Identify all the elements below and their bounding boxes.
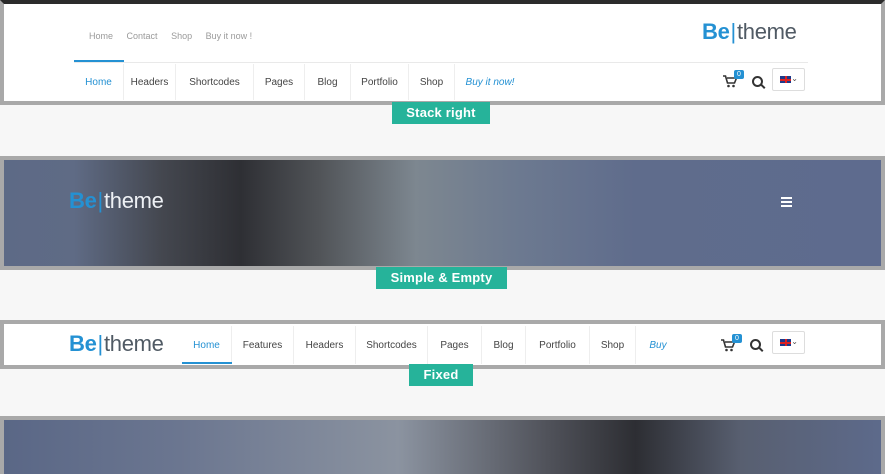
logo[interactable]: Be|theme [702,19,797,45]
nav-blog[interactable]: Blog [482,326,526,364]
search-icon[interactable] [750,339,761,350]
nav-shop[interactable]: Shop [590,326,636,364]
header-preview-simple-empty: Be|theme [0,156,885,270]
header-preview-partial [0,416,885,474]
nav-portfolio[interactable]: Portfolio [526,326,590,364]
uk-flag-icon [780,76,791,83]
nav-buy[interactable]: Buy [636,326,680,364]
logo[interactable]: Be|theme [69,331,164,357]
nav-shop[interactable]: Shop [409,64,455,100]
top-link-buy[interactable]: Buy it now ! [206,31,253,41]
top-link-home[interactable]: Home [89,31,113,41]
top-link-contact[interactable]: Contact [127,31,158,41]
cart-count-badge: 0 [732,334,742,343]
hamburger-icon[interactable] [781,197,792,207]
top-links: Home Contact Shop Buy it now ! [89,31,263,41]
cart-count-badge: 0 [734,70,744,79]
preview-label-simple-empty: Simple & Empty [376,267,507,289]
nav-shortcodes[interactable]: Shortcodes [356,326,428,364]
chevron-down-icon: ⌄ [791,337,798,346]
main-nav: Home Features Headers Shortcodes Pages B… [182,326,680,364]
preview-label-fixed: Fixed [409,364,473,386]
nav-buy-it-now[interactable]: Buy it now! [455,64,525,100]
menu-divider [74,62,808,63]
nav-pages[interactable]: Pages [254,64,305,100]
header-preview-stack-right: Home Contact Shop Buy it now ! Be|theme … [0,0,885,105]
language-selector[interactable]: ⌄ [772,331,805,354]
search-icon[interactable] [752,76,763,87]
top-link-shop[interactable]: Shop [171,31,192,41]
header-preview-fixed: Be|theme Home Features Headers Shortcode… [0,320,885,369]
nav-features[interactable]: Features [232,326,294,364]
nav-home[interactable]: Home [74,64,124,100]
nav-headers[interactable]: Headers [294,326,356,364]
main-nav: Home Headers Shortcodes Pages Blog Portf… [74,64,525,100]
uk-flag-icon [780,339,791,346]
nav-headers[interactable]: Headers [124,64,176,100]
active-indicator [182,362,232,364]
active-indicator [74,60,124,62]
nav-portfolio[interactable]: Portfolio [351,64,409,100]
logo[interactable]: Be|theme [69,188,164,214]
nav-shortcodes[interactable]: Shortcodes [176,64,254,100]
nav-home[interactable]: Home [182,326,232,364]
nav-blog[interactable]: Blog [305,64,351,100]
nav-pages[interactable]: Pages [428,326,482,364]
language-selector[interactable]: ⌄ [772,68,805,91]
chevron-down-icon: ⌄ [791,74,798,83]
preview-label-stack-right: Stack right [392,102,490,124]
